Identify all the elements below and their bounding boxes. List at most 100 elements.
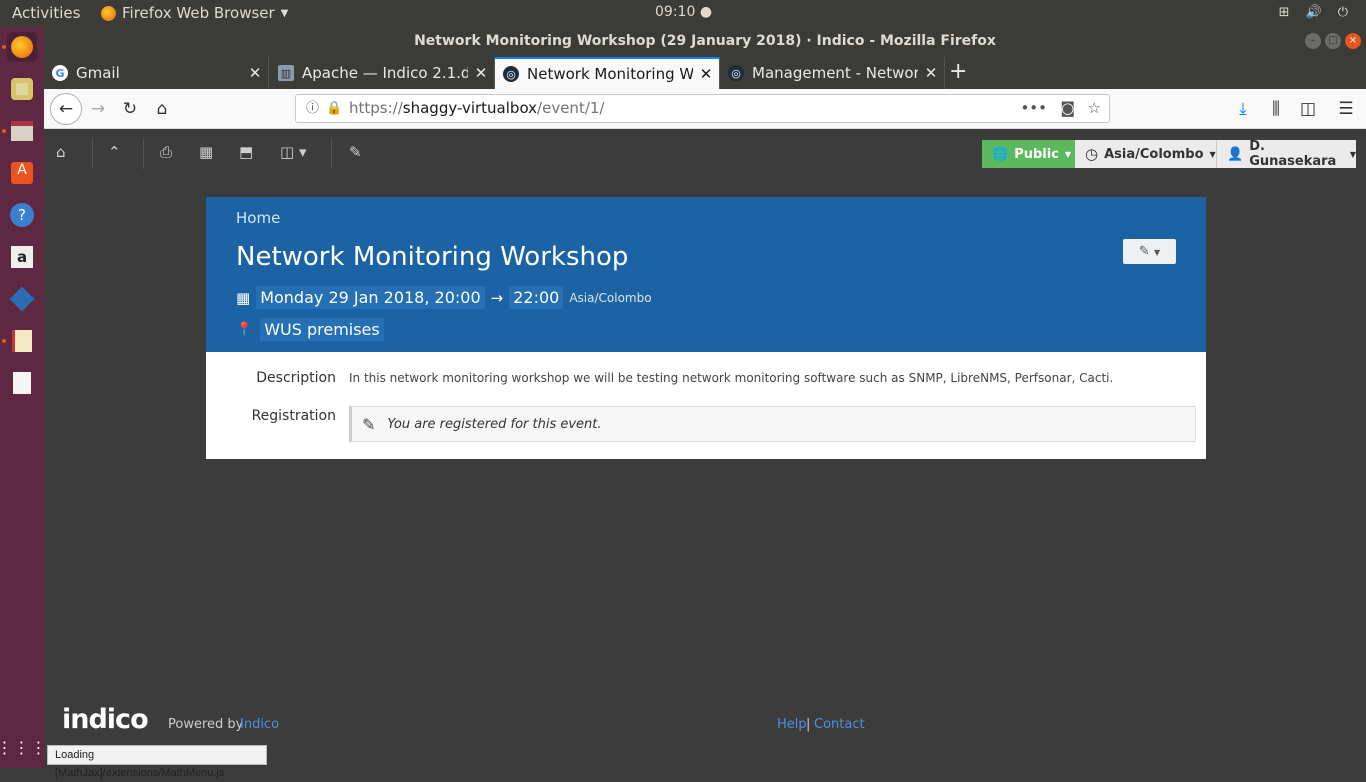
back-icon[interactable]: ← bbox=[50, 93, 82, 125]
gnome-top-bar: Activities Firefox Web Browser ▼ 09:10 ●… bbox=[0, 0, 1366, 27]
calendar-icon: ▦ bbox=[236, 288, 251, 307]
url-bar[interactable]: ⓘ 🔒 https://shaggy-virtualbox/event/1/ •… bbox=[295, 94, 1110, 123]
public-protection-button[interactable]: 🌐 Public ▼ bbox=[982, 140, 1075, 168]
tab-apache-indico[interactable]: ▥ Apache — Indico 2.1.dev ✕ bbox=[270, 57, 495, 89]
calendar-icon[interactable]: ▦ bbox=[199, 143, 213, 161]
forward-icon[interactable]: → bbox=[87, 98, 109, 120]
event-timezone: Asia/Colombo bbox=[569, 290, 652, 305]
lock-warning-icon[interactable]: 🔒 bbox=[326, 95, 342, 122]
home-icon[interactable]: ⌂ bbox=[56, 143, 66, 161]
event-end-time: 22:00 bbox=[509, 286, 564, 309]
files-icon[interactable] bbox=[7, 116, 37, 146]
layout-icon[interactable]: ◫ ▾ bbox=[280, 143, 306, 161]
user-name: D. Gunasekara bbox=[1249, 139, 1337, 169]
close-tab-icon[interactable]: ✕ bbox=[693, 65, 719, 83]
help-link[interactable]: Help bbox=[777, 717, 807, 732]
clock[interactable]: 09:10 ● bbox=[655, 4, 712, 20]
event-dates: ▦ Monday 29 Jan 2018, 20:00 → 22:00 Asia… bbox=[236, 286, 652, 309]
status-bar: Loading [MathJax]/extensions/MathMenu.js bbox=[47, 745, 267, 779]
public-label: Public bbox=[1014, 146, 1059, 162]
document-icon[interactable] bbox=[7, 368, 37, 398]
activities-button[interactable]: Activities bbox=[12, 4, 80, 22]
page-actions-icon[interactable]: ••• bbox=[1020, 95, 1047, 122]
indico-link[interactable]: Indico bbox=[240, 717, 279, 732]
show-apps-icon[interactable]: ⋮⋮⋮ bbox=[0, 732, 47, 762]
location-label: WUS premises bbox=[260, 318, 384, 341]
print-icon[interactable]: ⎙ bbox=[160, 143, 172, 161]
downloads-icon[interactable]: ⤓ bbox=[1232, 98, 1254, 120]
registration-status: You are registered for this event. bbox=[387, 416, 602, 432]
caret-down-icon: ▼ bbox=[1064, 149, 1072, 159]
ticket-icon: ✎ bbox=[362, 414, 376, 434]
network-icon[interactable]: ⊞ bbox=[1279, 5, 1290, 20]
tab-management[interactable]: ◎ Management - Network I ✕ bbox=[720, 57, 945, 89]
library-icon[interactable]: ⫼ bbox=[1265, 98, 1287, 120]
description-label: Description bbox=[256, 370, 336, 386]
tab-bar: G Gmail ✕ ▥ Apache — Indico 2.1.dev ✕ ◎ … bbox=[44, 55, 1366, 89]
sidebar-icon[interactable]: ◫ bbox=[1297, 98, 1319, 120]
divider bbox=[92, 139, 93, 169]
volume-icon[interactable]: 🔊 bbox=[1306, 5, 1322, 20]
clock-icon: ◷ bbox=[1085, 145, 1099, 163]
tab-gmail[interactable]: G Gmail ✕ bbox=[44, 57, 269, 89]
url-host: shaggy-virtualbox bbox=[402, 99, 538, 117]
launcher: A ? a ⋮⋮⋮ bbox=[0, 27, 47, 768]
app-menu-label: Firefox Web Browser bbox=[122, 4, 275, 22]
firefox-launcher-icon[interactable] bbox=[7, 32, 37, 62]
map-marker-icon: 📍 bbox=[236, 322, 253, 337]
close-window-icon[interactable]: × bbox=[1345, 33, 1361, 49]
caret-down-icon: ▼ bbox=[1153, 248, 1161, 257]
contact-link[interactable]: Contact bbox=[814, 717, 865, 732]
url-scheme: https:// bbox=[349, 99, 403, 117]
new-tab-icon[interactable]: + bbox=[949, 59, 967, 84]
divider bbox=[331, 139, 332, 169]
bookmark-star-icon[interactable]: ☆ bbox=[1088, 95, 1101, 122]
description-text: In this network monitoring workshop we w… bbox=[349, 371, 1114, 385]
maximize-icon[interactable]: □ bbox=[1325, 33, 1341, 49]
app-menu[interactable]: Firefox Web Browser ▼ bbox=[101, 4, 288, 22]
hamburger-menu-icon[interactable]: ☰ bbox=[1335, 98, 1357, 120]
event-location: 📍 WUS premises bbox=[236, 318, 384, 341]
timezone-selector[interactable]: ◷ Asia/Colombo ▼ bbox=[1075, 140, 1216, 168]
edit-icon[interactable]: ✎ bbox=[349, 143, 362, 161]
system-tray[interactable]: ⊞ 🔊 ⏻ bbox=[1279, 5, 1348, 20]
close-tab-icon[interactable]: ✕ bbox=[242, 64, 268, 82]
registration-label: Registration bbox=[251, 408, 336, 424]
power-icon[interactable]: ⏻ bbox=[1338, 5, 1348, 20]
reload-icon[interactable]: ↻ bbox=[119, 98, 141, 120]
breadcrumb-home[interactable]: Home bbox=[236, 209, 280, 227]
info-icon[interactable]: ⓘ bbox=[306, 95, 319, 122]
edit-icon: ✎ bbox=[1138, 244, 1150, 259]
tab-network-monitoring[interactable]: ◎ Network Monitoring Wo ✕ bbox=[495, 57, 720, 89]
download-icon[interactable]: ⬒ bbox=[239, 143, 253, 161]
text-editor-icon[interactable] bbox=[7, 326, 37, 356]
software-center-icon[interactable]: A bbox=[7, 158, 37, 188]
pocket-icon[interactable]: ◙ bbox=[1060, 95, 1075, 122]
event-title: Network Monitoring Workshop bbox=[236, 242, 629, 272]
up-chevron-icon[interactable]: ⌃ bbox=[108, 143, 121, 161]
close-tab-icon[interactable]: ✕ bbox=[918, 64, 944, 82]
navigation-bar: ← → ↻ ⌂ ⓘ 🔒 https://shaggy-virtualbox/ev… bbox=[44, 89, 1366, 129]
indico-logo[interactable]: indico bbox=[62, 704, 149, 735]
indico-toolbar: ⌂ ⌃ ⎙ ▦ ⬒ ◫ ▾ ✎ 🌐 Public ▼ ◷ Asia/Colomb… bbox=[44, 129, 1366, 179]
tab-label: Management - Network I bbox=[752, 64, 918, 82]
user-menu[interactable]: 👤 D. Gunasekara ▼ bbox=[1216, 139, 1356, 169]
virtualbox-icon[interactable] bbox=[7, 284, 37, 314]
minimize-icon[interactable]: – bbox=[1305, 33, 1321, 49]
indico-favicon-icon: ◎ bbox=[728, 65, 744, 81]
chevron-down-icon: ▼ bbox=[280, 7, 289, 19]
indico-favicon-icon: ◎ bbox=[503, 66, 519, 82]
help-icon[interactable]: ? bbox=[7, 200, 37, 230]
caret-down-icon: ▼ bbox=[1349, 149, 1356, 159]
timezone-label: Asia/Colombo bbox=[1104, 146, 1204, 162]
rhythmbox-icon[interactable] bbox=[7, 74, 37, 104]
edit-dropdown-button[interactable]: ✎ ▼ bbox=[1123, 239, 1176, 264]
arrow-icon: → bbox=[490, 288, 504, 307]
caret-down-icon: ▼ bbox=[1209, 149, 1216, 159]
home-icon[interactable]: ⌂ bbox=[151, 98, 173, 120]
event-start-date: Monday 29 Jan 2018, 20:00 bbox=[256, 286, 485, 309]
clock-label: 09:10 bbox=[655, 4, 696, 20]
google-icon: G bbox=[52, 65, 68, 81]
close-tab-icon[interactable]: ✕ bbox=[468, 64, 494, 82]
amazon-icon[interactable]: a bbox=[7, 242, 37, 272]
